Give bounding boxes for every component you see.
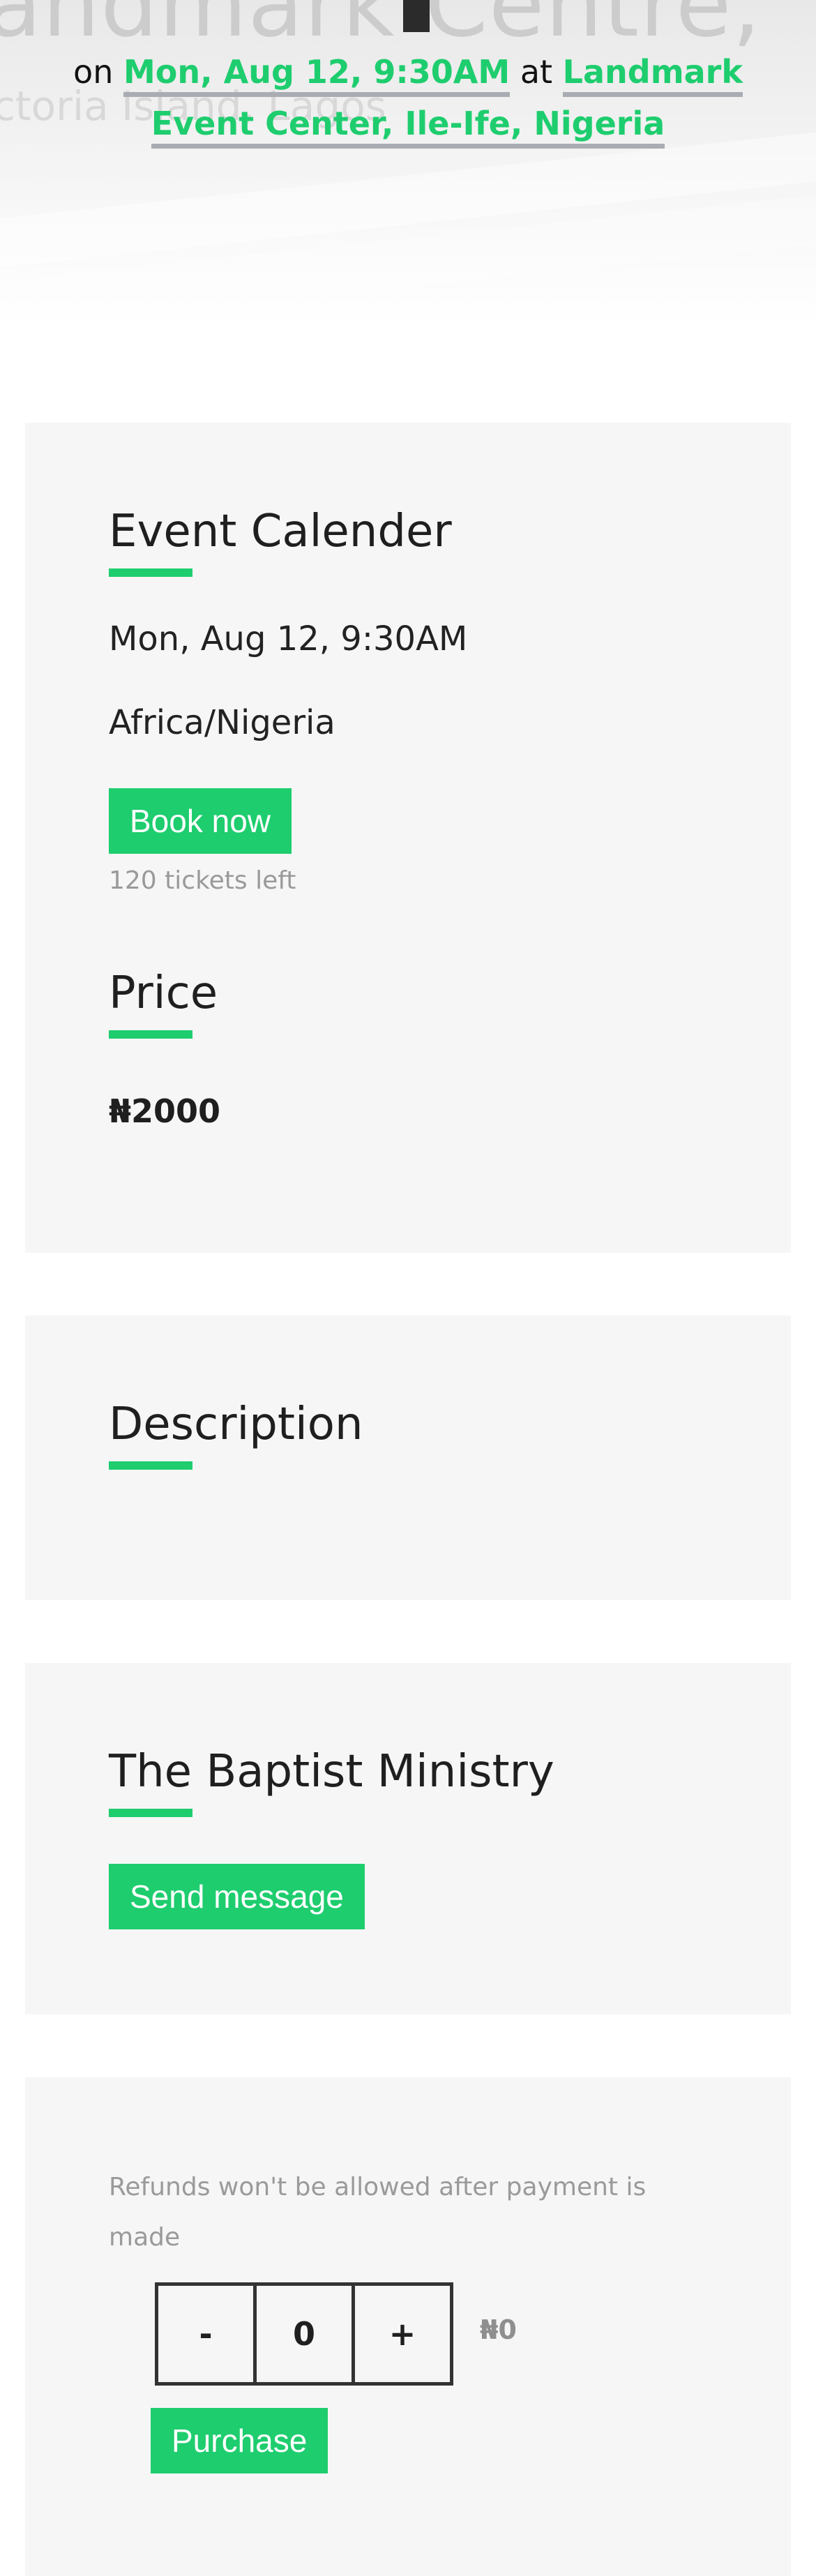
calendar-heading: Event Calender <box>109 506 452 557</box>
price-heading: Price <box>109 967 218 1019</box>
description-heading: Description <box>109 1399 363 1450</box>
event-date: Mon, Aug 12, 9:30AM <box>109 619 468 658</box>
price-value: ₦2000 <box>109 1092 221 1130</box>
meta-connector: at <box>520 53 553 91</box>
purchase-card: Refunds won't be allowed after payment i… <box>25 2077 791 2576</box>
order-total: ₦0 <box>480 2314 517 2345</box>
decrement-button[interactable]: - <box>158 2286 253 2382</box>
book-now-button[interactable]: Book now <box>109 788 292 854</box>
increment-button[interactable]: + <box>352 2286 450 2382</box>
description-card: Description <box>25 1316 791 1600</box>
purchase-button[interactable]: Purchase <box>151 2408 328 2473</box>
event-timezone: Africa/Nigeria <box>109 703 335 742</box>
event-date-link[interactable]: Mon, Aug 12, 9:30AM <box>123 53 511 97</box>
meta-prefix: on <box>73 53 114 91</box>
hero-mark <box>403 0 430 32</box>
organizer-card: The Baptist Ministry Send message <box>25 1663 791 2014</box>
event-hero: andmark Centre, ctoria Island, Lagos on … <box>0 0 816 328</box>
quantity-value: 0 <box>253 2286 352 2382</box>
event-meta-line: on Mon, Aug 12, 9:30AM at Landmark Event… <box>28 46 788 149</box>
send-message-button[interactable]: Send message <box>109 1864 365 1929</box>
quantity-stepper: - 0 + <box>155 2282 453 2386</box>
refund-notice: Refunds won't be allowed after payment i… <box>109 2173 647 2252</box>
tickets-left: 120 tickets left <box>109 866 296 895</box>
organizer-heading: The Baptist Ministry <box>109 1746 554 1798</box>
heading-underline <box>109 1808 192 1817</box>
heading-underline <box>109 1461 192 1470</box>
event-calendar-card: Event Calender Mon, Aug 12, 9:30AM Afric… <box>25 423 791 1253</box>
heading-underline <box>109 568 192 577</box>
heading-underline <box>109 1030 192 1039</box>
